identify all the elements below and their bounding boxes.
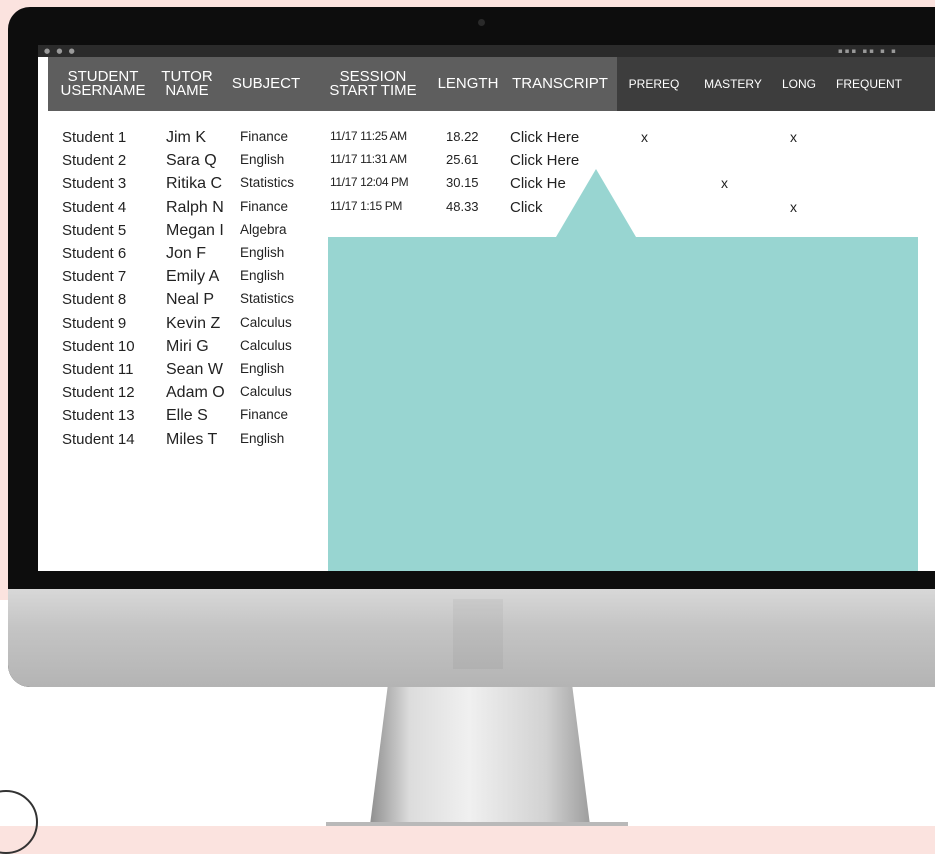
- callout-overlay: [328, 169, 918, 571]
- monitor-bezel: ● ● ● ▪▪▪ ▪▪ ▪ ▪ STUDENT USERNAME TUTOR NA…: [8, 7, 935, 687]
- monitor-screen: ● ● ● ▪▪▪ ▪▪ ▪ ▪ STUDENT USERNAME TUTOR NA…: [38, 45, 935, 571]
- monitor-stand: [370, 687, 590, 825]
- callout-bubble: [328, 169, 918, 571]
- monitor-chin: [8, 589, 935, 687]
- monitor-stand-base: [326, 822, 628, 826]
- chin-logo-area: [453, 599, 503, 669]
- camera-icon: [478, 19, 485, 26]
